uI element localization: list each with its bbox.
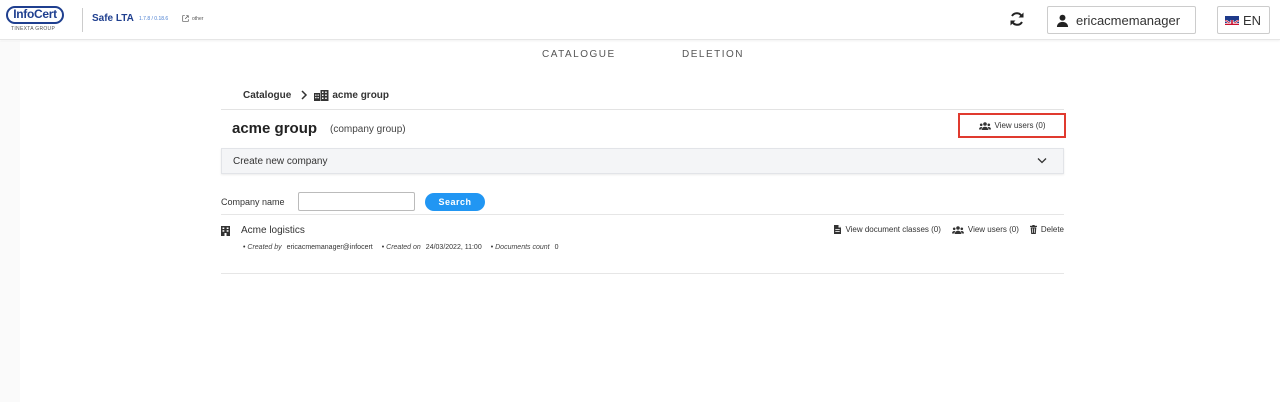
company-name-input[interactable] [298, 192, 415, 211]
company-meta: • Created by ericacmemanager@infocert • C… [243, 244, 568, 251]
view-users-row-label: View users (0) [967, 225, 1019, 234]
meta-documents-count: • Documents count 0 [490, 244, 559, 251]
logo-subtext: TINEXTA GROUP [11, 26, 56, 32]
chevron-down-icon [1037, 158, 1047, 164]
nav-tab-deletion[interactable]: DELETION [682, 49, 744, 60]
view-document-classes-button[interactable]: View document classes (0) [834, 225, 941, 234]
refresh-icon [1010, 12, 1024, 26]
view-users-row-button[interactable]: View users (0) [951, 225, 1019, 234]
view-document-classes-label: View document classes (0) [845, 225, 941, 234]
users-icon [951, 225, 964, 234]
user-name: ericacmemanager [1076, 12, 1181, 28]
header-separator [82, 8, 83, 32]
breadcrumb: Catalogue acme group [243, 88, 389, 102]
meta-documents-count-value: 0 [554, 244, 559, 251]
view-users-label: View users (0) [994, 121, 1046, 130]
page-title: acme group [232, 120, 318, 137]
user-menu-button[interactable]: ericacmemanager [1047, 6, 1196, 34]
meta-created-by: • Created by ericacmemanager@infocert [243, 244, 373, 251]
view-users-button[interactable]: View users (0) [958, 113, 1066, 138]
left-gutter [0, 41, 20, 402]
app-version: 1.7.8 / 0.18.6 [139, 16, 169, 22]
language-selector[interactable]: EN [1217, 6, 1270, 34]
refresh-button[interactable] [1006, 8, 1028, 30]
nav-tab-catalogue[interactable]: CATALOGUE [542, 49, 616, 60]
meta-created-on-label: Created on [386, 244, 421, 251]
top-bar: InfoCert TINEXTA GROUP Safe LTA 1.7.8 / … [0, 0, 1280, 40]
chevron-right-icon [300, 90, 308, 100]
delete-label: Delete [1040, 225, 1064, 234]
delete-button[interactable]: Delete [1029, 225, 1064, 234]
meta-documents-count-label: Documents count [495, 244, 550, 251]
app-name: Safe LTA [92, 13, 134, 24]
buildings-icon [314, 89, 329, 101]
divider [221, 109, 1064, 110]
meta-created-by-label: Created by [247, 244, 282, 251]
building-icon [221, 226, 230, 236]
trash-icon [1029, 225, 1037, 234]
meta-created-on-value: 24/03/2022, 11:00 [425, 244, 482, 251]
app-other-link[interactable]: other [192, 16, 203, 22]
users-icon [978, 121, 991, 130]
accordion-label: Create new company [233, 155, 328, 167]
company-name-label: Company name [221, 197, 285, 207]
meta-created-by-value: ericacmemanager@infocert [286, 244, 373, 251]
language-label: EN [1243, 12, 1262, 28]
breadcrumb-catalogue[interactable]: Catalogue [243, 90, 291, 101]
search-button[interactable]: Search [425, 193, 485, 211]
external-link-icon[interactable] [182, 15, 189, 22]
logo-text: InfoCert [13, 7, 57, 21]
uk-flag-icon [1225, 15, 1239, 25]
page-subtitle: (company group) [330, 124, 406, 135]
document-icon [834, 225, 842, 234]
breadcrumb-current: acme group [332, 89, 390, 101]
create-company-accordion[interactable]: Create new company [221, 148, 1064, 174]
company-row: Acme logistics • Created by ericacmemanag… [221, 215, 1064, 274]
company-actions: View document classes (0) View users (0) [823, 225, 1064, 234]
infocert-logo[interactable]: InfoCert TINEXTA GROUP [6, 6, 66, 34]
meta-created-on: • Created on 24/03/2022, 11:00 [381, 244, 482, 251]
user-icon [1056, 14, 1069, 27]
company-name[interactable]: Acme logistics [241, 225, 305, 236]
